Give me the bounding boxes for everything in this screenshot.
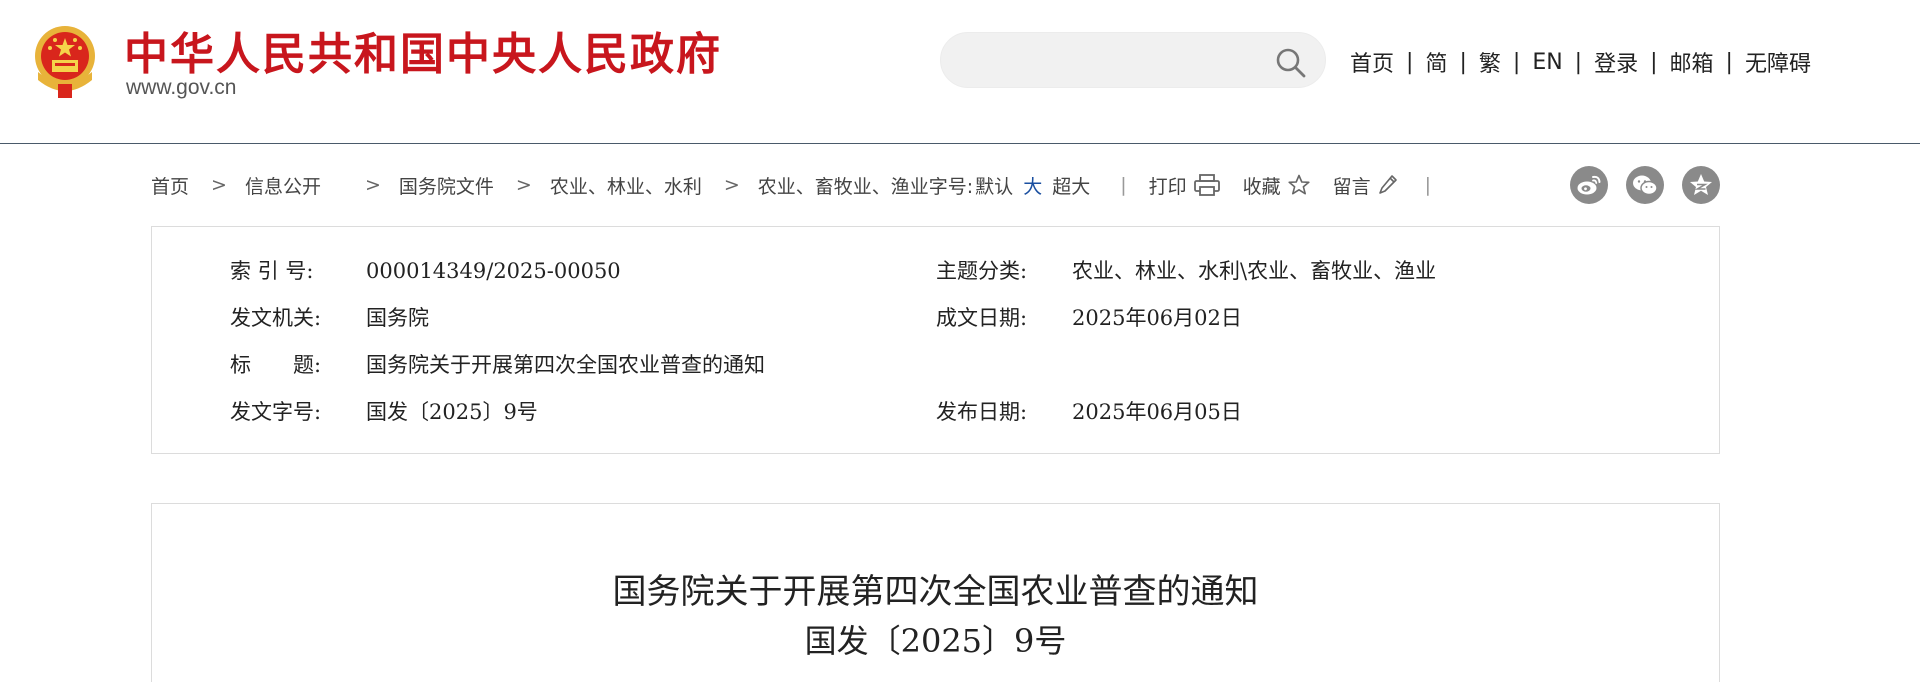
breadcrumb-info-public[interactable]: 信息公开 [245, 172, 321, 199]
toolbar-divider: | [1120, 174, 1127, 196]
qzone-icon[interactable] [1682, 166, 1720, 204]
national-emblem-icon[interactable] [28, 22, 102, 102]
nav-traditional-link[interactable]: 繁 [1479, 46, 1501, 78]
info-written-date-value: 2025年06月02日 [1072, 306, 1242, 330]
info-publish-date-row: 发布日期: 2025年06月05日 [936, 396, 1242, 426]
comment-label: 留言 [1332, 175, 1371, 198]
breadcrumb-arrow: > [723, 174, 740, 196]
info-title-row: 标 题: 国务院关于开展第四次全国农业普查的通知 [230, 349, 765, 379]
breadcrumb-arrow: > [211, 174, 227, 196]
nav-separator: | [1406, 49, 1414, 75]
info-doc-no-value: 国发〔2025〕9号 [366, 400, 538, 424]
nav-separator: | [1574, 49, 1583, 75]
nav-simplified-link[interactable]: 简 [1425, 46, 1447, 78]
nav-accessibility-link[interactable]: 无障碍 [1745, 46, 1811, 78]
info-index-label: 索 引 号: [230, 259, 314, 283]
font-size-default[interactable]: 默认 [975, 172, 1013, 199]
weibo-icon[interactable] [1570, 166, 1608, 204]
breadcrumb-arrow: > [364, 174, 381, 196]
print-button[interactable]: 打印 [1149, 172, 1221, 199]
info-written-date-row: 成文日期: 2025年06月02日 [936, 302, 1242, 332]
wechat-icon[interactable] [1626, 166, 1664, 204]
comment-button[interactable]: 留言 [1333, 172, 1399, 199]
info-topic-row: 主题分类: 农业、林业、水利\农业、畜牧业、渔业 [936, 255, 1436, 285]
top-nav: 首页 | 简 | 繁 | EN | 登录 | 邮箱 | 无障碍 [1350, 46, 1811, 78]
site-name[interactable]: 中华人民共和国中央人民政府 [124, 18, 722, 82]
article-title: 国务院关于开展第四次全国农业普查的通知 [612, 572, 1259, 612]
info-title-value: 国务院关于开展第四次全国农业普查的通知 [366, 353, 765, 377]
info-publish-date-label: 发布日期: [936, 400, 1028, 424]
info-issuer-label: 发文机关: [230, 306, 322, 330]
nav-home-link[interactable]: 首页 [1350, 46, 1394, 78]
pencil-icon [1378, 175, 1397, 194]
print-label: 打印 [1148, 175, 1187, 198]
info-topic-value: 农业、林业、水利\农业、畜牧业、渔业 [1072, 259, 1437, 283]
font-size-label: 字号: [928, 175, 974, 198]
breadcrumb-state-council-docs[interactable]: 国务院文件 [399, 172, 494, 199]
info-publish-date-value: 2025年06月05日 [1072, 400, 1242, 424]
font-size-large[interactable]: 大 [1023, 172, 1042, 199]
breadcrumb: 首页 > 信息公开 > 国务院文件 > 农业、林业、水利 > 农业、畜牧业、渔业… [151, 170, 1431, 200]
font-size-selector: 字号: 默认 大 超大 [929, 172, 1090, 199]
font-size-extra-large[interactable]: 超大 [1052, 172, 1090, 199]
breadcrumb-arrow: > [515, 174, 532, 196]
nav-separator: | [1650, 49, 1658, 75]
nav-separator: | [1459, 49, 1467, 75]
favorite-button[interactable]: 收藏 [1243, 172, 1311, 199]
nav-login-link[interactable]: 登录 [1594, 46, 1638, 78]
info-written-date-label: 成文日期: [936, 306, 1028, 330]
search-icon[interactable] [1275, 47, 1307, 79]
document-info-panel: 索 引 号: 000014349/2025-00050 主题分类: 农业、林业、水利… [151, 226, 1720, 454]
favorite-label: 收藏 [1242, 175, 1281, 198]
nav-english-link[interactable]: EN [1532, 50, 1562, 75]
article-panel: 国务院关于开展第四次全国农业普查的通知 国发〔2025〕9号 [151, 503, 1720, 682]
info-index-value: 000014349/2025-00050 [366, 259, 621, 283]
site-header: 中华人民共和国中央人民政府 www.gov.cn 首页 | 简 | 繁 | EN… [0, 0, 1920, 144]
nav-mail-link[interactable]: 邮箱 [1670, 46, 1714, 78]
site-url[interactable]: www.gov.cn [126, 76, 237, 100]
breadcrumb-agri-husbandry-fishery[interactable]: 农业、畜牧业、渔业 [758, 172, 929, 199]
search-input[interactable] [963, 43, 1263, 79]
nav-separator: | [1725, 49, 1733, 75]
breadcrumb-agri-forestry-water[interactable]: 农业、林业、水利 [550, 172, 702, 199]
info-title-label: 标 题: [230, 353, 322, 377]
nav-separator: | [1512, 49, 1521, 75]
breadcrumb-home[interactable]: 首页 [151, 172, 189, 199]
toolbar-divider: | [1424, 174, 1432, 196]
info-issuer-row: 发文机关: 国务院 [230, 302, 429, 332]
info-index-row: 索 引 号: 000014349/2025-00050 [230, 255, 621, 285]
printer-icon [1193, 174, 1220, 196]
article-doc-number: 国发〔2025〕9号 [804, 622, 1067, 660]
info-topic-label: 主题分类: [936, 259, 1028, 283]
info-issuer-value: 国务院 [366, 306, 429, 330]
star-icon [1288, 174, 1310, 195]
info-doc-no-label: 发文字号: [230, 400, 322, 424]
info-doc-no-row: 发文字号: 国发〔2025〕9号 [230, 396, 538, 426]
search-box [940, 32, 1326, 88]
